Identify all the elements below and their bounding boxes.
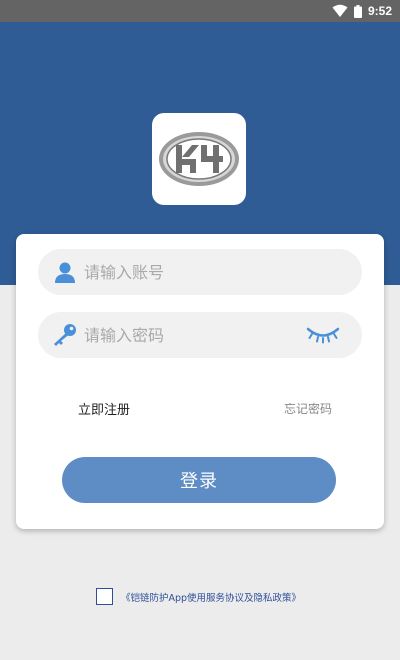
agreement-row: 《铠链防护App使用服务协议及隐私政策》	[96, 588, 301, 605]
key-icon	[52, 322, 78, 348]
wifi-icon	[332, 4, 348, 17]
app-logo	[152, 113, 246, 205]
login-card: 立即注册 忘记密码 登录	[16, 234, 384, 529]
account-input[interactable]	[84, 257, 304, 287]
battery-icon	[353, 4, 362, 18]
account-field	[38, 249, 362, 295]
register-link[interactable]: 立即注册	[78, 399, 130, 418]
login-button[interactable]: 登录	[62, 457, 336, 503]
status-time: 9:52	[367, 4, 392, 18]
agreement-checkbox[interactable]	[96, 588, 113, 605]
password-input[interactable]	[84, 320, 304, 350]
eye-closed-icon[interactable]	[306, 324, 340, 344]
status-bar: 9:52	[0, 0, 400, 22]
k4-logo-icon	[159, 132, 239, 186]
password-field	[38, 312, 362, 358]
agreement-link[interactable]: 《铠链防护App使用服务协议及隐私政策》	[121, 590, 301, 604]
forgot-password-link[interactable]: 忘记密码	[284, 400, 332, 417]
user-icon	[52, 259, 78, 285]
